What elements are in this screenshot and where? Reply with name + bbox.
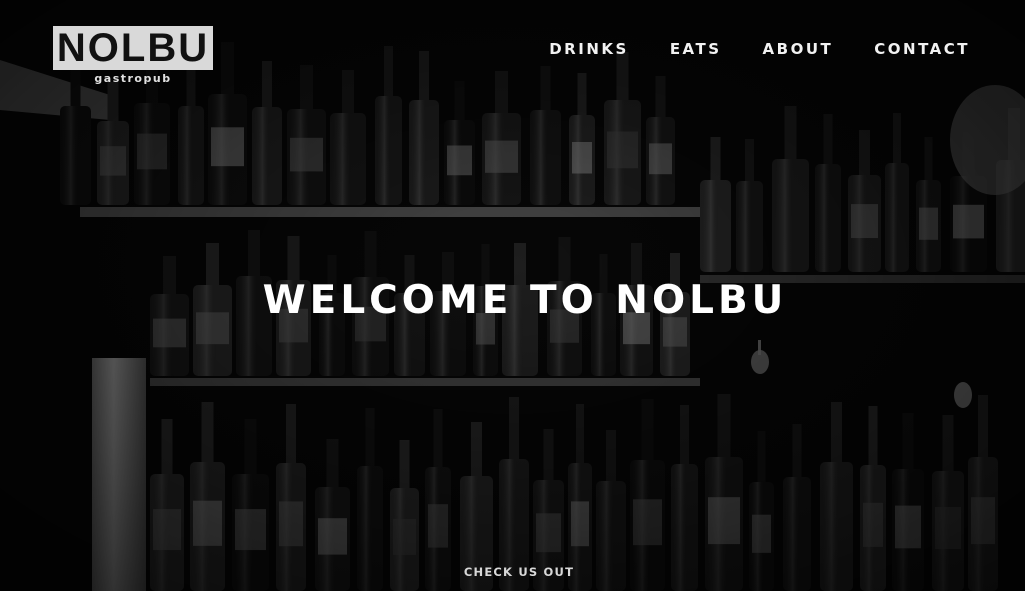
main-nav: DRINKS EATS ABOUT CONTACT (549, 40, 970, 58)
nav-item-about[interactable]: ABOUT (763, 40, 834, 58)
hero-headline: WELCOME TO NOLBU (262, 278, 788, 323)
nav-item-eats[interactable]: EATS (670, 40, 722, 58)
brand-logo[interactable]: NOLBU gastropub (53, 26, 213, 85)
logo-wordmark: NOLBU (53, 26, 213, 70)
logo-tagline: gastropub (94, 72, 172, 85)
nav-item-drinks[interactable]: DRINKS (549, 40, 629, 58)
nav-item-contact[interactable]: CONTACT (874, 40, 970, 58)
check-us-out-link[interactable]: CHECK US OUT (0, 564, 1025, 580)
